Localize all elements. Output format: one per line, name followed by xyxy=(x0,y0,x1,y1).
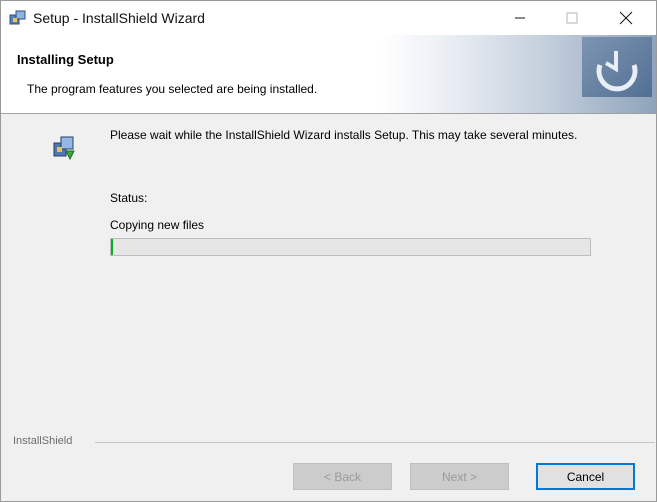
close-icon xyxy=(619,11,633,25)
next-button[interactable]: Next > xyxy=(410,463,509,490)
install-description: Please wait while the InstallShield Wiza… xyxy=(110,128,578,142)
title-bar[interactable]: Setup - InstallShield Wizard xyxy=(1,1,656,35)
progress-fill xyxy=(111,239,114,255)
install-package-icon xyxy=(53,136,75,161)
setup-app-icon xyxy=(9,10,26,25)
page-title: Installing Setup xyxy=(17,52,114,67)
maximize-icon xyxy=(566,12,578,24)
installshield-logo xyxy=(582,37,652,97)
window-title: Setup - InstallShield Wizard xyxy=(33,10,205,26)
status-text: Copying new files xyxy=(110,218,205,232)
install-progress-bar xyxy=(110,238,591,256)
installshield-brand-label: InstallShield xyxy=(13,435,77,447)
page-subtitle: The program features you selected are be… xyxy=(27,82,318,96)
cancel-button[interactable]: Cancel xyxy=(536,463,635,490)
minimize-button[interactable] xyxy=(497,1,543,35)
back-button[interactable]: < Back xyxy=(293,463,392,490)
footer-divider xyxy=(95,442,655,443)
minimize-icon xyxy=(515,17,525,19)
close-button[interactable] xyxy=(603,1,649,35)
maximize-button[interactable] xyxy=(549,1,595,35)
status-label: Status: xyxy=(110,191,148,205)
installshield-logo-icon xyxy=(596,51,638,92)
wizard-header: Installing Setup The program features yo… xyxy=(1,35,656,114)
installer-window: Setup - InstallShield Wizard Installing … xyxy=(0,0,657,502)
